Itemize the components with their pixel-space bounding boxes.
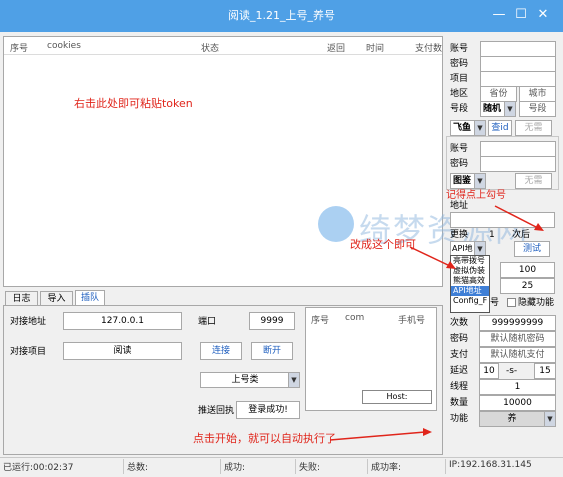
- connect-project-input[interactable]: 阅读: [63, 342, 182, 360]
- chevron-down-icon: ▼: [288, 373, 299, 387]
- status-separator: [445, 459, 446, 474]
- function-select[interactable]: 养 ▼: [479, 411, 556, 427]
- status-separator: [123, 459, 124, 474]
- tab-log[interactable]: 日志: [5, 291, 38, 306]
- default-password-label: 密码: [450, 334, 469, 344]
- status-success: 成功:: [224, 463, 246, 473]
- mode-select-value: 上号类: [231, 375, 259, 385]
- tab-queue[interactable]: 插队: [75, 290, 105, 306]
- status-runtime: 已运行:00:02:37: [3, 463, 74, 473]
- default-password-input[interactable]: 默认随机密码: [479, 331, 556, 347]
- function-select-value: 养: [507, 414, 517, 424]
- quantity-input[interactable]: 10000: [479, 395, 556, 411]
- click-start-annotation: 点击开始，就可以自动执行了: [193, 432, 336, 445]
- arrow-line: [409, 246, 451, 267]
- host-tooltip: Host:: [362, 390, 432, 404]
- status-separator: [220, 459, 221, 474]
- threads-input[interactable]: 1: [479, 379, 556, 395]
- tab-import[interactable]: 导入: [40, 291, 73, 306]
- function-label: 功能: [450, 414, 469, 424]
- disconnect-button[interactable]: 断开: [251, 342, 293, 360]
- feedback-label: 推送回执: [198, 406, 235, 416]
- chevron-down-icon: ▼: [544, 412, 555, 426]
- small-col-index: 序号: [311, 316, 330, 326]
- port-label: 端口: [198, 317, 217, 327]
- connect-button[interactable]: 连接: [200, 342, 242, 360]
- feedback-input[interactable]: 登录成功!: [236, 401, 300, 419]
- port-input[interactable]: 9999: [249, 312, 295, 330]
- delay-from-input[interactable]: 10: [479, 363, 499, 379]
- times-label: 次数: [450, 318, 469, 328]
- small-col-com: com: [345, 313, 365, 323]
- status-separator: [295, 459, 296, 474]
- delay-to-input[interactable]: 15: [534, 363, 556, 379]
- status-fail: 失败:: [299, 463, 321, 473]
- threads-label: 线程: [450, 382, 469, 392]
- mode-select[interactable]: 上号类 ▼: [200, 372, 300, 388]
- status-separator: [367, 459, 368, 474]
- status-ip: IP:192.168.31.145: [449, 460, 532, 470]
- connect-address-input[interactable]: 127.0.0.1: [63, 312, 182, 330]
- connect-address-label: 对接地址: [10, 317, 47, 327]
- pay-label: 支付: [450, 350, 469, 360]
- status-rate: 成功率:: [371, 463, 402, 473]
- quantity-label: 数量: [450, 398, 469, 408]
- small-col-phone: 手机号: [398, 316, 426, 326]
- times-input[interactable]: 999999999: [479, 315, 556, 331]
- status-total: 总数:: [127, 463, 149, 473]
- arrow-line: [494, 205, 539, 229]
- delay-label: 延迟: [450, 366, 469, 376]
- connect-project-label: 对接项目: [10, 347, 47, 357]
- delay-separator: -s-: [506, 366, 518, 376]
- pay-input[interactable]: 默认随机支付: [479, 347, 556, 363]
